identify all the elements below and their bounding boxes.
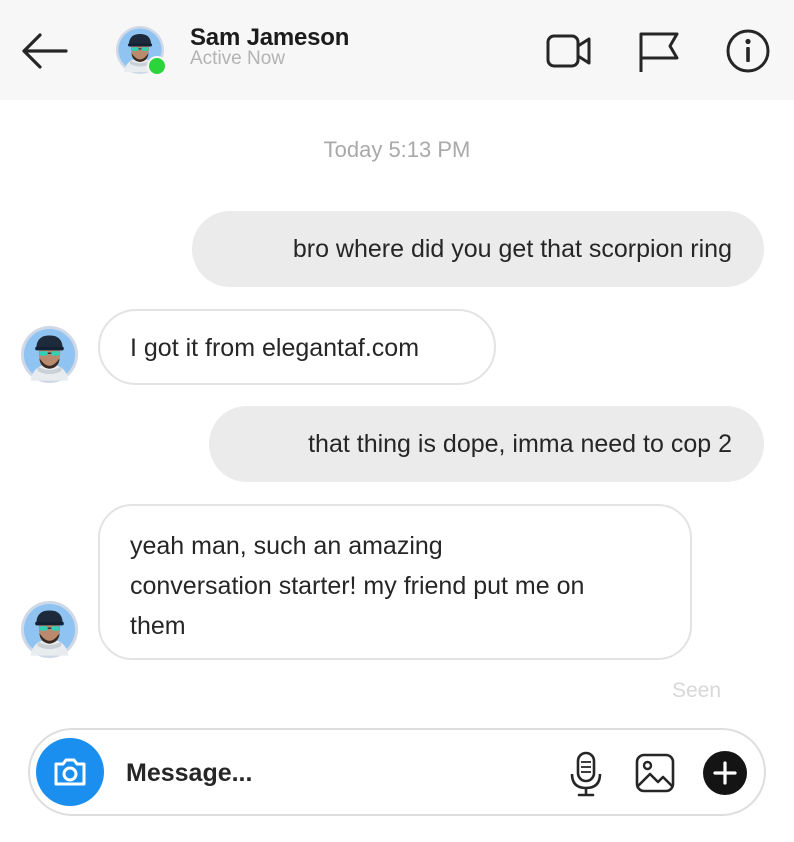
message-line: them: [130, 612, 186, 640]
voice-message-button[interactable]: [566, 750, 606, 798]
received-message[interactable]: yeah man, such an amazing conversation s…: [98, 504, 692, 660]
chat-header: Sam Jameson Active Now: [0, 0, 794, 100]
microphone-icon: [570, 751, 602, 797]
plus-icon: [703, 751, 747, 795]
contact-status: Active Now: [190, 48, 286, 69]
video-camera-icon: [546, 34, 591, 68]
more-options-button[interactable]: [702, 750, 748, 796]
online-indicator: [147, 56, 167, 76]
message-timestamp: Today 5:13 PM: [323, 137, 471, 162]
report-button[interactable]: [633, 28, 683, 74]
contact-avatar[interactable]: [116, 26, 167, 76]
image-icon: [635, 753, 675, 793]
received-message[interactable]: I got it from elegantaf.com: [98, 309, 496, 385]
sender-avatar[interactable]: [21, 601, 78, 658]
attach-image-button[interactable]: [634, 752, 676, 794]
message-line: conversation starter! my friend put me o…: [130, 572, 585, 600]
back-arrow-icon: [22, 33, 68, 69]
info-button[interactable]: [722, 28, 772, 74]
back-button[interactable]: [18, 28, 70, 74]
message-line: yeah man, such an amazing: [130, 532, 443, 560]
message-composer: [28, 728, 766, 816]
camera-icon: [54, 758, 86, 786]
video-call-button[interactable]: [544, 28, 594, 74]
seen-receipt: Seen: [672, 679, 722, 702]
chat-window: Sam Jameson Active Now Today 5:13 PM bro…: [0, 0, 794, 842]
info-icon: [726, 29, 770, 73]
message-input[interactable]: [124, 752, 548, 794]
sent-message[interactable]: that thing is dope, imma need to cop 2: [209, 406, 764, 482]
sent-message[interactable]: bro where did you get that scorpion ring: [192, 211, 764, 287]
sender-avatar[interactable]: [21, 326, 78, 383]
camera-button[interactable]: [36, 738, 104, 806]
flag-icon: [639, 32, 679, 72]
